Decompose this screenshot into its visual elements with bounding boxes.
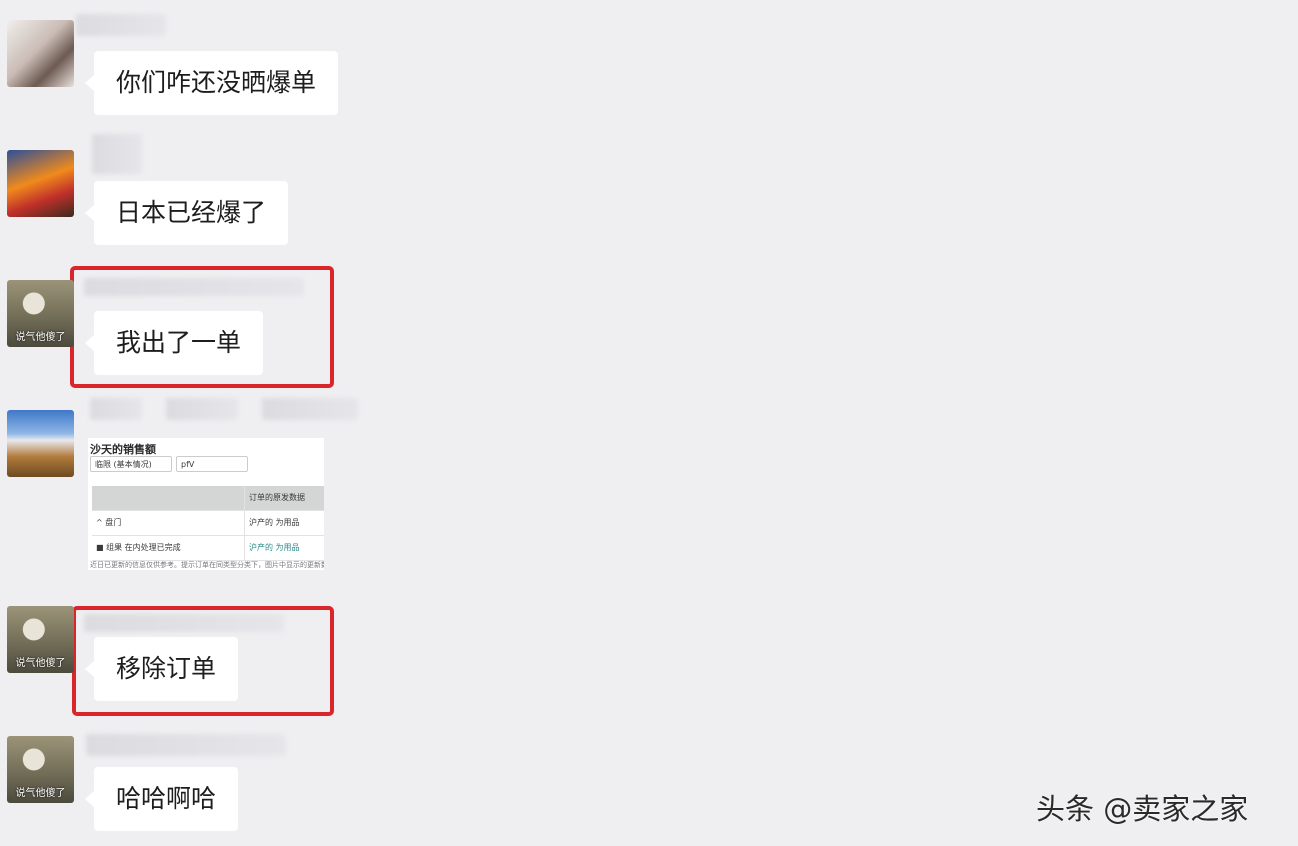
table-cell: 沪产的 为用品 bbox=[244, 536, 324, 560]
sender-name-blurred bbox=[262, 398, 358, 420]
table-cell: ■ 组果 在内处理已完成 bbox=[96, 543, 181, 552]
table-cell: 沪产的 为用品 bbox=[244, 511, 324, 535]
message-bubble[interactable]: 我出了一单 bbox=[84, 311, 264, 375]
table-cell: ^ 盘门 bbox=[96, 518, 122, 527]
mountain-avatar[interactable] bbox=[7, 410, 74, 477]
duck-avatar[interactable]: 说气他傻了 bbox=[7, 606, 74, 673]
screenshot-image-message[interactable]: 沙天的销售额 临限 (基本情况) pfV 订单的原发数据 ^ 盘门 沪产的 为用… bbox=[88, 438, 324, 570]
chat-message: 说气他傻了 移除订单 bbox=[0, 600, 400, 710]
image-footer-text: 近日已更新的信息仅供参考。提示订单在同类型分类下，图片中显示的更新数据 bbox=[90, 561, 324, 569]
chat-message: 说气他傻了 我出了一单 bbox=[0, 274, 400, 384]
cat-photo-avatar[interactable] bbox=[7, 20, 74, 87]
chat-message: 你们咋还没晒爆单 bbox=[0, 14, 400, 124]
table-row: 订单的原发数据 bbox=[92, 486, 324, 511]
anime-avatar[interactable] bbox=[7, 150, 74, 217]
chat-message: 说气他傻了 哈哈啊哈 bbox=[0, 730, 400, 840]
image-title: 沙天的销售额 bbox=[90, 443, 156, 456]
sender-name-blurred bbox=[90, 398, 142, 420]
message-bubble[interactable]: 日本已经爆了 bbox=[84, 181, 289, 245]
image-select-2: pfV bbox=[176, 456, 248, 472]
message-bubble[interactable]: 你们咋还没晒爆单 bbox=[84, 51, 339, 115]
image-select-1: 临限 (基本情况) bbox=[90, 456, 172, 472]
table-header-cell: 订单的原发数据 bbox=[244, 486, 324, 510]
image-table: 订单的原发数据 ^ 盘门 沪产的 为用品 ■ 组果 在内处理已完成 沪产的 为用… bbox=[92, 486, 324, 561]
duck-avatar[interactable]: 说气他傻了 bbox=[7, 736, 74, 803]
duck-avatar[interactable]: 说气他傻了 bbox=[7, 280, 74, 347]
watermark-text: 头条 @卖家之家 bbox=[1036, 792, 1249, 826]
avatar-caption: 说气他傻了 bbox=[15, 788, 66, 799]
table-row: ■ 组果 在内处理已完成 沪产的 为用品 bbox=[92, 536, 324, 561]
message-bubble[interactable]: 哈哈啊哈 bbox=[84, 767, 239, 831]
sender-name-blurred bbox=[76, 14, 166, 36]
sender-name-blurred bbox=[84, 614, 284, 632]
table-row: ^ 盘门 沪产的 为用品 bbox=[92, 511, 324, 536]
avatar-caption: 说气他傻了 bbox=[15, 332, 66, 343]
avatar-caption: 说气他傻了 bbox=[15, 658, 66, 669]
sender-name-blurred bbox=[84, 278, 304, 296]
message-bubble[interactable]: 移除订单 bbox=[84, 637, 239, 701]
sender-name-blurred bbox=[86, 734, 286, 756]
sender-name-blurred bbox=[92, 134, 142, 174]
chat-message: 日本已经爆了 bbox=[0, 134, 400, 254]
sender-name-blurred bbox=[166, 398, 238, 420]
